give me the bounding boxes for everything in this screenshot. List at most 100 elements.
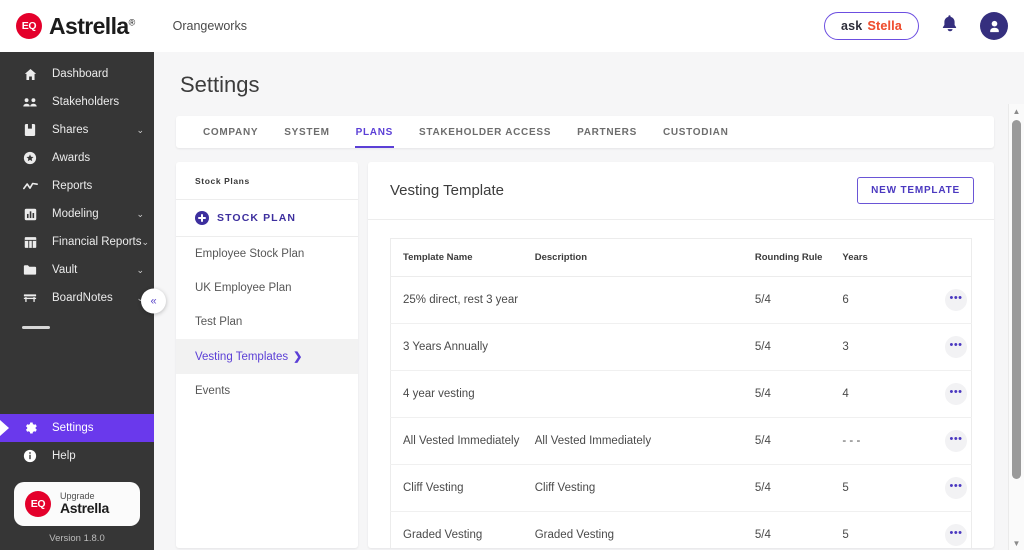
table-row[interactable]: Graded Vesting Graded Vesting 5/4 5 •••: [390, 511, 972, 548]
cell-description: All Vested Immediately: [534, 417, 755, 465]
certificate-icon: [22, 123, 38, 137]
plan-item-label: UK Employee Plan: [195, 282, 292, 294]
sidebar-item-financial-reports[interactable]: Financial Reports ⌄: [0, 228, 154, 256]
vesting-template-panel: Vesting Template NEW TEMPLATE Template N…: [368, 162, 994, 548]
chevron-down-icon: ⌄: [136, 264, 144, 275]
chevron-down-icon: ⌄: [141, 236, 150, 247]
table-row[interactable]: 25% direct, rest 3 year 5/4 6 •••: [390, 276, 972, 324]
cell-rounding-rule: 5/4: [754, 323, 843, 371]
sidebar-label: Reports: [52, 180, 93, 192]
plan-item-vesting-templates[interactable]: Vesting Templates ❯: [176, 339, 358, 374]
top-bar-actions: ask Stella: [823, 12, 1008, 40]
cell-actions: •••: [921, 511, 972, 548]
sidebar-item-boardnotes[interactable]: BoardNotes ⌄: [0, 284, 154, 312]
cell-template-name: Cliff Vesting: [390, 464, 535, 512]
version-label: Version 1.8.0: [49, 533, 105, 544]
plan-item-test-plan[interactable]: Test Plan: [176, 305, 358, 339]
sidebar-item-shares[interactable]: Shares ⌄: [0, 116, 154, 144]
chevron-down-icon: ⌄: [136, 208, 144, 219]
plan-item-label: Employee Stock Plan: [195, 248, 305, 260]
vesting-template-table: Template Name Description Rounding Rule …: [390, 238, 972, 548]
sidebar-label: Shares: [52, 124, 89, 136]
tab-system[interactable]: SYSTEM: [271, 116, 342, 148]
table-row[interactable]: 3 Years Annually 5/4 3 •••: [390, 323, 972, 371]
column-header-rounding-rule: Rounding Rule: [754, 238, 843, 277]
registered-trademark-icon: ®: [128, 16, 136, 27]
tab-partners[interactable]: PARTNERS: [564, 116, 650, 148]
cell-years: 4: [842, 370, 922, 418]
scroll-up-arrow-icon[interactable]: ▲: [1013, 104, 1021, 118]
scroll-down-arrow-icon[interactable]: ▼: [1013, 536, 1021, 550]
sidebar-item-awards[interactable]: Awards: [0, 144, 154, 172]
tab-stakeholder-access[interactable]: STAKEHOLDER ACCESS: [406, 116, 564, 148]
table-row[interactable]: 4 year vesting 5/4 4 •••: [390, 370, 972, 418]
active-indicator-arrow-icon: [0, 420, 9, 436]
upgrade-brand: Astrella: [60, 500, 109, 517]
upgrade-astrella-card[interactable]: EQ Upgrade Astrella: [14, 482, 140, 526]
table-header: Template Name Description Rounding Rule …: [390, 238, 972, 277]
cell-years: 6: [842, 276, 922, 324]
row-actions-button[interactable]: •••: [945, 524, 967, 546]
add-stock-plan-button[interactable]: STOCK PLAN: [176, 200, 358, 237]
sidebar-item-settings[interactable]: Settings: [0, 414, 154, 442]
sidebar-item-help[interactable]: Help: [0, 442, 154, 470]
sidebar: Dashboard Stakeholders Shares ⌄ Awards R…: [0, 52, 166, 550]
row-actions-button[interactable]: •••: [945, 289, 967, 311]
sidebar-item-dashboard[interactable]: Dashboard: [0, 60, 154, 88]
organization-name: Orangeworks: [172, 19, 247, 33]
vesting-template-header: Vesting Template NEW TEMPLATE: [368, 162, 994, 220]
sidebar-item-modeling[interactable]: Modeling ⌄: [0, 200, 154, 228]
cell-description: Cliff Vesting: [534, 464, 755, 512]
stock-plans-header: Stock Plans: [176, 162, 358, 200]
row-actions-button[interactable]: •••: [945, 477, 967, 499]
table-row[interactable]: All Vested Immediately All Vested Immedi…: [390, 417, 972, 465]
body-wrapper: Dashboard Stakeholders Shares ⌄ Awards R…: [0, 52, 1024, 550]
bar-chart-icon: [22, 208, 38, 221]
sidebar-nav-list: Dashboard Stakeholders Shares ⌄ Awards R…: [0, 60, 154, 329]
sidebar-item-reports[interactable]: Reports: [0, 172, 154, 200]
table-body: 25% direct, rest 3 year 5/4 6 ••• 3 Year…: [390, 276, 972, 548]
sidebar-collapse-button[interactable]: «: [141, 288, 166, 314]
cell-years: 5: [842, 511, 922, 548]
tab-company[interactable]: COMPANY: [190, 116, 271, 148]
plan-item-events[interactable]: Events: [176, 374, 358, 408]
cell-template-name: 25% direct, rest 3 year: [390, 276, 535, 324]
row-actions-button[interactable]: •••: [945, 383, 967, 405]
upgrade-text: Upgrade Astrella: [60, 491, 109, 517]
vesting-template-title: Vesting Template: [390, 182, 504, 199]
cell-description: [534, 276, 755, 324]
vesting-template-table-wrap: Template Name Description Rounding Rule …: [368, 220, 994, 548]
user-avatar[interactable]: [980, 12, 1008, 40]
new-template-button[interactable]: NEW TEMPLATE: [857, 177, 974, 204]
ask-stella-button[interactable]: ask Stella: [823, 12, 919, 40]
sidebar-item-stakeholders[interactable]: Stakeholders: [0, 88, 154, 116]
scrollbar-track[interactable]: [1009, 118, 1024, 536]
page-scrollbar[interactable]: ▲ ▼: [1008, 104, 1024, 550]
tab-plans[interactable]: PLANS: [343, 116, 406, 148]
row-actions-button[interactable]: •••: [945, 430, 967, 452]
trendline-icon: [22, 181, 38, 192]
scrollbar-thumb[interactable]: [1012, 120, 1021, 480]
plan-item-uk-employee-plan[interactable]: UK Employee Plan: [176, 271, 358, 305]
folder-icon: [22, 264, 38, 276]
row-actions-button[interactable]: •••: [945, 336, 967, 358]
sidebar-label: Stakeholders: [52, 96, 120, 108]
sidebar-label: BoardNotes: [52, 292, 113, 304]
plan-item-employee-stock-plan[interactable]: Employee Stock Plan: [176, 237, 358, 271]
table-header-row: Template Name Description Rounding Rule …: [390, 238, 972, 277]
brand-logo[interactable]: EQ Astrella®: [16, 13, 135, 39]
cell-actions: •••: [921, 417, 972, 465]
cell-rounding-rule: 5/4: [754, 417, 843, 465]
eq-logo-icon: EQ: [25, 491, 51, 517]
column-header-template-name: Template Name: [390, 238, 535, 277]
plan-item-label: Vesting Templates: [195, 350, 289, 363]
sidebar-item-vault[interactable]: Vault ⌄: [0, 256, 154, 284]
cell-template-name: 4 year vesting: [390, 370, 535, 418]
people-icon: [22, 96, 38, 109]
sidebar-label: Modeling: [52, 208, 99, 220]
bell-icon[interactable]: [941, 14, 958, 38]
brand-name: Astrella®: [49, 14, 136, 38]
table-row[interactable]: Cliff Vesting Cliff Vesting 5/4 5 •••: [390, 464, 972, 512]
ask-stella-prefix: ask: [840, 19, 863, 33]
tab-custodian[interactable]: CUSTODIAN: [650, 116, 742, 148]
